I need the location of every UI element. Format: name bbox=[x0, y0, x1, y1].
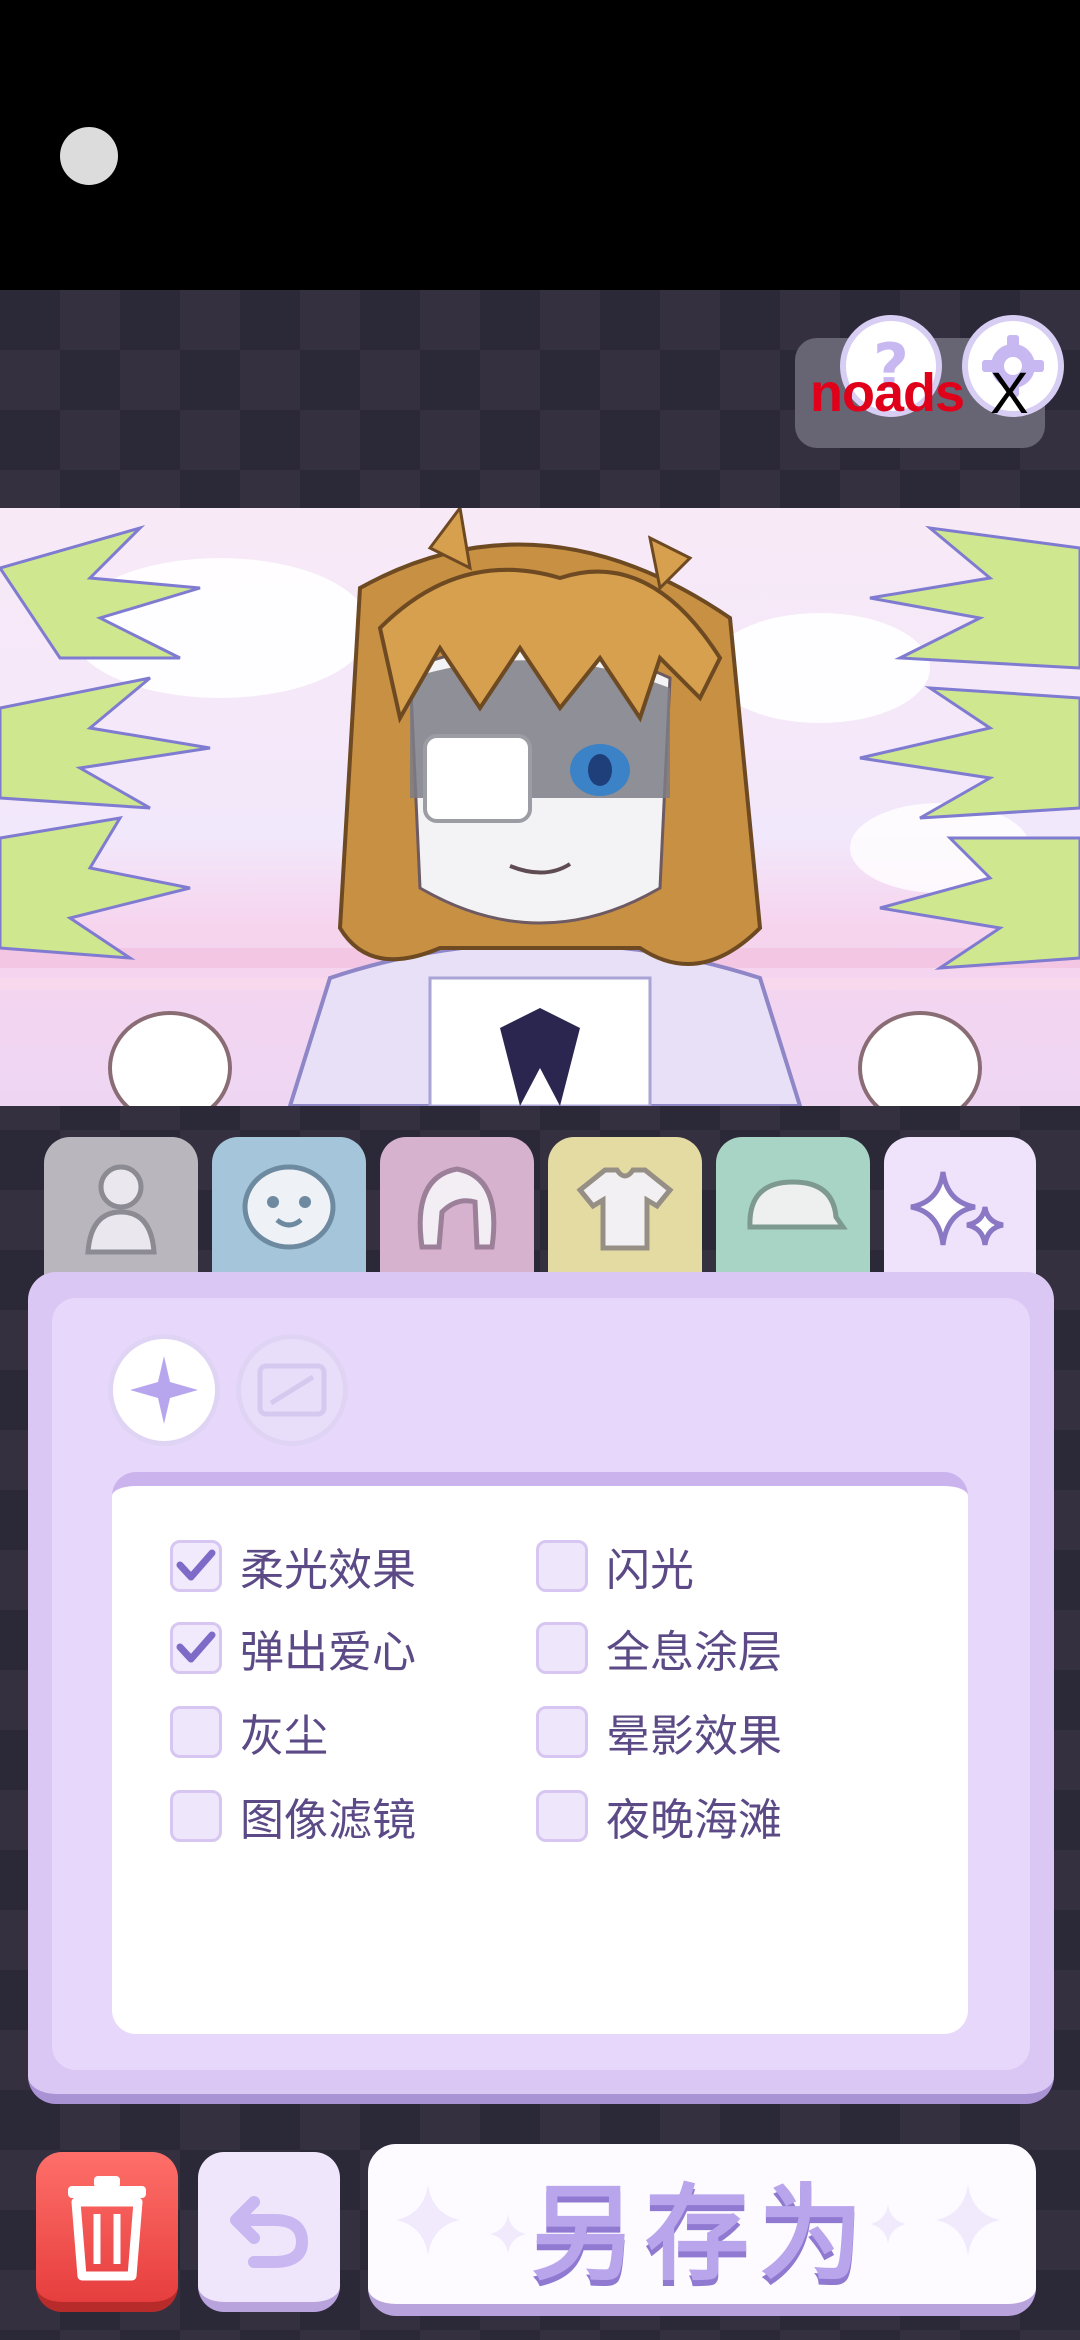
trash-icon bbox=[68, 2176, 146, 2281]
hair-icon bbox=[417, 1166, 497, 1250]
character-illustration bbox=[0, 508, 1080, 1106]
frame-icon bbox=[257, 1363, 327, 1417]
delete-button[interactable] bbox=[36, 2152, 178, 2312]
tab-clothes[interactable] bbox=[548, 1137, 702, 1277]
undo-button[interactable] bbox=[198, 2152, 340, 2312]
tab-effects[interactable] bbox=[884, 1137, 1036, 1287]
checkbox[interactable] bbox=[536, 1540, 588, 1592]
status-bar bbox=[0, 0, 1080, 290]
option-label: 弹出爱心 bbox=[240, 1627, 416, 1678]
save-as-button[interactable]: 另存为 bbox=[368, 2144, 1036, 2316]
checkbox[interactable] bbox=[170, 1706, 222, 1758]
checkbox[interactable] bbox=[536, 1622, 588, 1674]
tab-face[interactable] bbox=[212, 1137, 366, 1277]
option-label: 全息涂层 bbox=[606, 1627, 782, 1678]
save-as-label: 另存为 bbox=[530, 2172, 873, 2295]
face-icon bbox=[242, 1164, 336, 1250]
option-label: 闪光 bbox=[606, 1545, 694, 1596]
check-icon bbox=[176, 1631, 216, 1663]
option-label: 图像滤镜 bbox=[240, 1795, 416, 1846]
tab-body[interactable] bbox=[44, 1137, 198, 1277]
option-night-beach[interactable]: 夜晚海滩 bbox=[536, 1784, 782, 1848]
option-label: 夜晚海滩 bbox=[606, 1795, 782, 1846]
checkbox[interactable] bbox=[170, 1622, 222, 1674]
tab-hat[interactable] bbox=[716, 1137, 870, 1277]
option-label: 灰尘 bbox=[240, 1711, 328, 1762]
tab-hair[interactable] bbox=[380, 1137, 534, 1277]
option-flash[interactable]: 闪光 bbox=[536, 1534, 694, 1598]
option-image-filter[interactable]: 图像滤镜 bbox=[170, 1784, 416, 1848]
sparkles-icon bbox=[910, 1171, 1004, 1246]
option-soft-light[interactable]: 柔光效果 bbox=[170, 1534, 416, 1598]
star-icon bbox=[130, 1356, 198, 1424]
subtab-frame[interactable] bbox=[236, 1334, 348, 1446]
effects-list: 柔光效果 弹出爱心 灰尘 图像滤镜 闪光 全息涂层 晕影效果 夜晚海滩 bbox=[112, 1472, 968, 2034]
option-pop-hearts[interactable]: 弹出爱心 bbox=[170, 1616, 416, 1680]
checkbox[interactable] bbox=[536, 1790, 588, 1842]
subtab-effects[interactable] bbox=[108, 1334, 220, 1446]
undo-icon bbox=[230, 2196, 309, 2268]
check-icon bbox=[176, 1549, 216, 1581]
option-label: 晕影效果 bbox=[606, 1711, 782, 1762]
option-dust[interactable]: 灰尘 bbox=[170, 1700, 328, 1764]
camera-dot bbox=[60, 127, 118, 185]
character-preview bbox=[0, 508, 1080, 1106]
shirt-icon bbox=[576, 1167, 674, 1251]
noads-close-button[interactable]: X bbox=[990, 360, 1029, 427]
person-silhouette-icon bbox=[85, 1164, 157, 1255]
checkbox[interactable] bbox=[536, 1706, 588, 1758]
cap-icon bbox=[747, 1179, 848, 1230]
option-vignette[interactable]: 晕影效果 bbox=[536, 1700, 782, 1764]
noads-label[interactable]: noads bbox=[810, 362, 965, 424]
option-label: 柔光效果 bbox=[240, 1545, 416, 1596]
option-holographic[interactable]: 全息涂层 bbox=[536, 1616, 782, 1680]
checkbox[interactable] bbox=[170, 1540, 222, 1592]
checkbox[interactable] bbox=[170, 1790, 222, 1842]
